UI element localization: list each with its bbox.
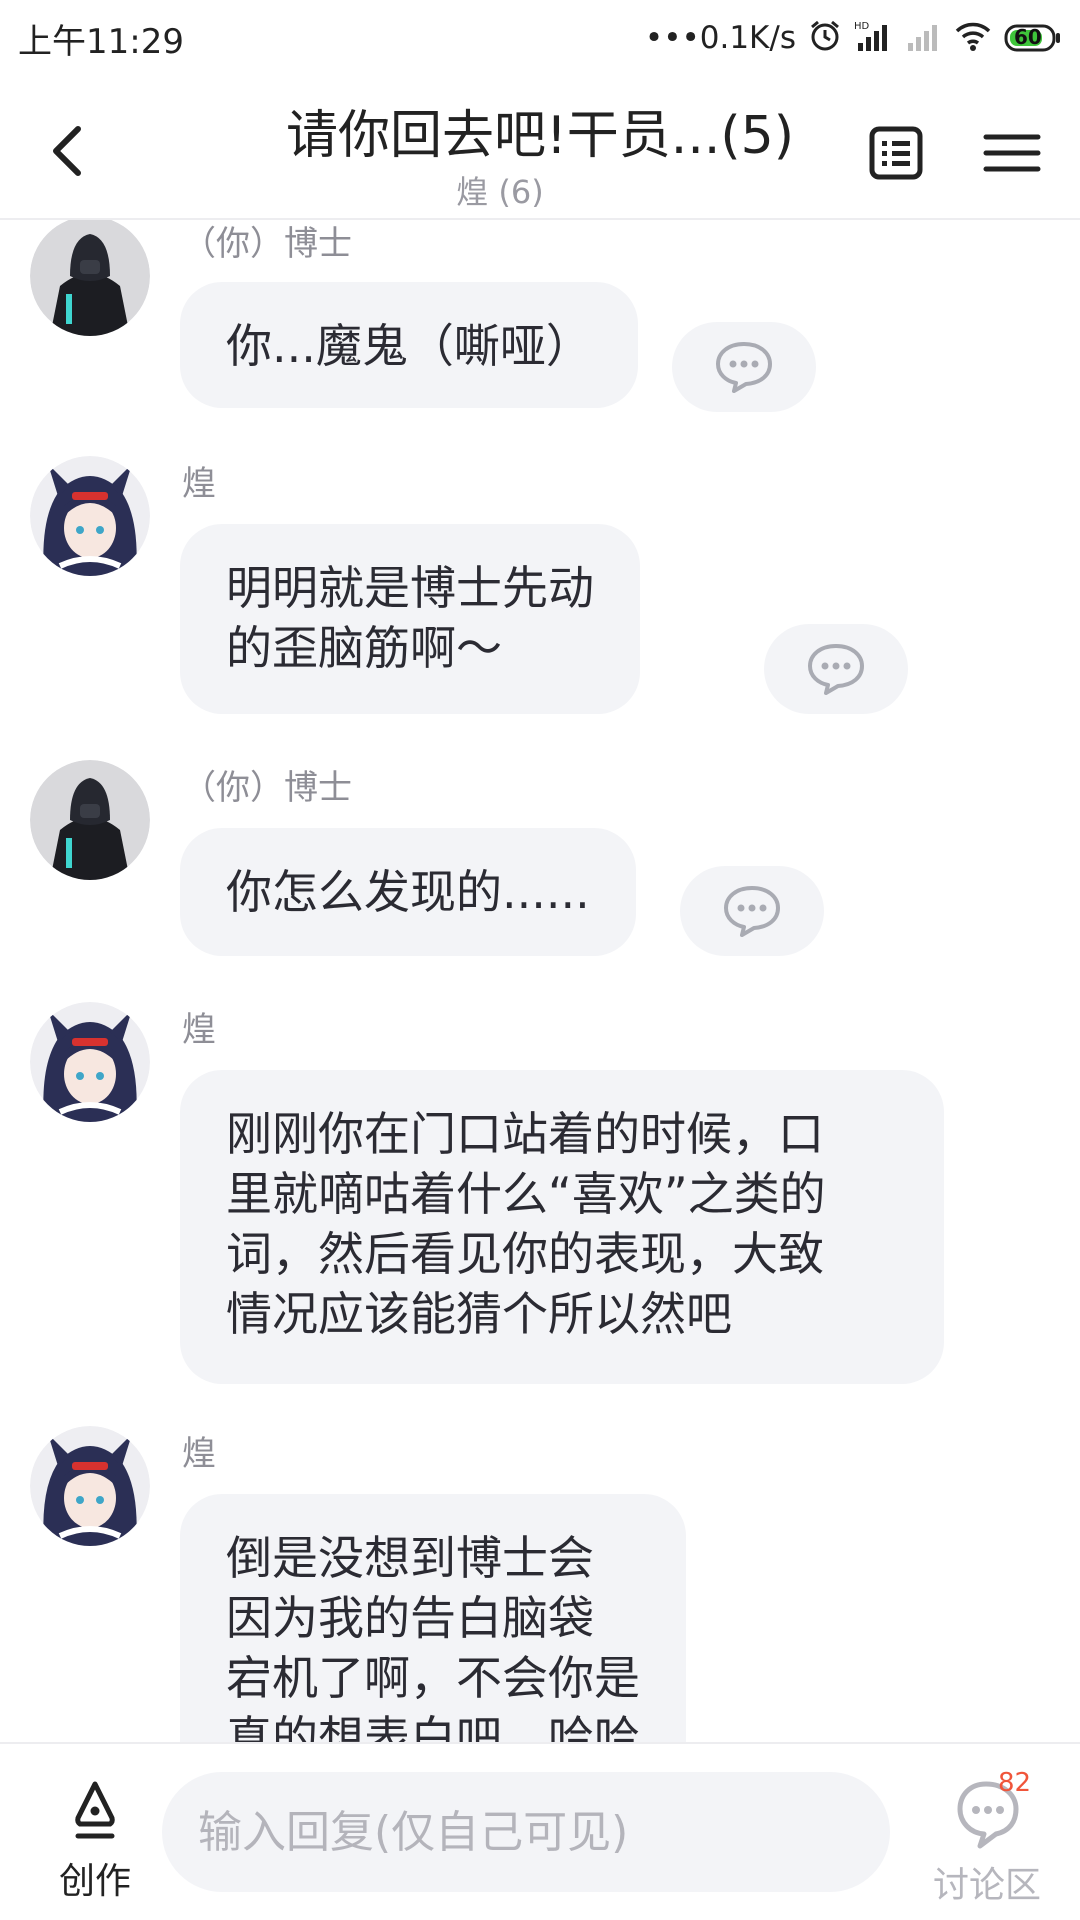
list-icon <box>869 126 923 180</box>
comment-icon <box>808 644 864 695</box>
message-bubble[interactable]: 刚刚你在门口站着的时候，口 里就嘀咕着什么“喜欢”之类的 词，然后看见你的表现，… <box>180 1070 944 1384</box>
svg-text:HD: HD <box>854 21 870 32</box>
discussion-icon <box>957 1781 1019 1849</box>
blaze-avatar[interactable] <box>30 1002 150 1122</box>
message-sender: 煌 <box>182 464 216 504</box>
chat-subtitle: 煌 (6) <box>456 173 544 211</box>
message-sender: （你）博士 <box>182 768 352 808</box>
chat-feed[interactable]: （你）博士 你...魔鬼（嘶哑） 煌 明明就是博士先动 的歪脑筋啊～ （你）博士… <box>0 220 1080 1742</box>
create-button[interactable]: 创作 <box>40 1774 150 1904</box>
comment-button[interactable] <box>680 866 824 956</box>
status-time: 上午11:29 <box>18 22 184 62</box>
message-bubble[interactable]: 你怎么发现的...... <box>180 828 636 956</box>
discussion-label: 讨论区 <box>932 1865 1041 1906</box>
chapter-list-button[interactable] <box>866 115 926 185</box>
back-button[interactable] <box>40 115 100 185</box>
signal-icon <box>906 19 942 57</box>
battery-icon: 60 <box>1004 23 1062 53</box>
doctor-avatar[interactable] <box>30 760 150 880</box>
back-icon <box>53 126 81 176</box>
hd-signal-icon: HD <box>854 19 894 57</box>
network-speed: •••0.1K/s <box>644 20 796 56</box>
blaze-avatar[interactable] <box>30 1426 150 1546</box>
battery-level: 60 <box>1014 25 1042 49</box>
doctor-avatar[interactable] <box>30 220 150 336</box>
message-bubble[interactable]: 你...魔鬼（嘶哑） <box>180 282 638 408</box>
chat-header: 请你回去吧!干员...(5) 煌 (6) <box>0 75 1080 220</box>
message-sender: 煌 <box>182 1010 216 1050</box>
message-sender: 煌 <box>182 1434 216 1474</box>
create-label: 创作 <box>58 1861 131 1902</box>
menu-button[interactable] <box>978 115 1048 185</box>
wifi-icon <box>954 19 992 57</box>
comment-button[interactable] <box>764 624 908 714</box>
comment-icon <box>716 342 772 393</box>
status-icons: •••0.1K/s HD 60 <box>645 14 1062 62</box>
pen-nib-icon <box>75 1781 115 1839</box>
comment-button[interactable] <box>672 322 816 412</box>
message-bubble[interactable]: 明明就是博士先动 的歪脑筋啊～ <box>180 524 640 714</box>
message-sender: （你）博士 <box>182 224 352 264</box>
message-bubble[interactable]: 倒是没想到博士会 因为我的告白脑袋 宕机了啊，不会你是 真的想表白吧，哈哈 <box>180 1494 686 1742</box>
menu-icon <box>983 134 1041 172</box>
discussion-count-badge: 82 <box>998 1768 1032 1798</box>
discussion-button[interactable]: 82 讨论区 <box>922 1766 1052 1906</box>
bottom-bar: 创作 82 讨论区 <box>0 1742 1080 1920</box>
comment-icon <box>724 886 780 937</box>
alarm-icon <box>808 19 842 57</box>
status-bar: 上午11:29 •••0.1K/s HD 60 <box>0 0 1080 75</box>
reply-input[interactable] <box>162 1772 890 1892</box>
blaze-avatar[interactable] <box>30 456 150 576</box>
chat-title: 请你回去吧!干员...(5) <box>285 106 795 166</box>
